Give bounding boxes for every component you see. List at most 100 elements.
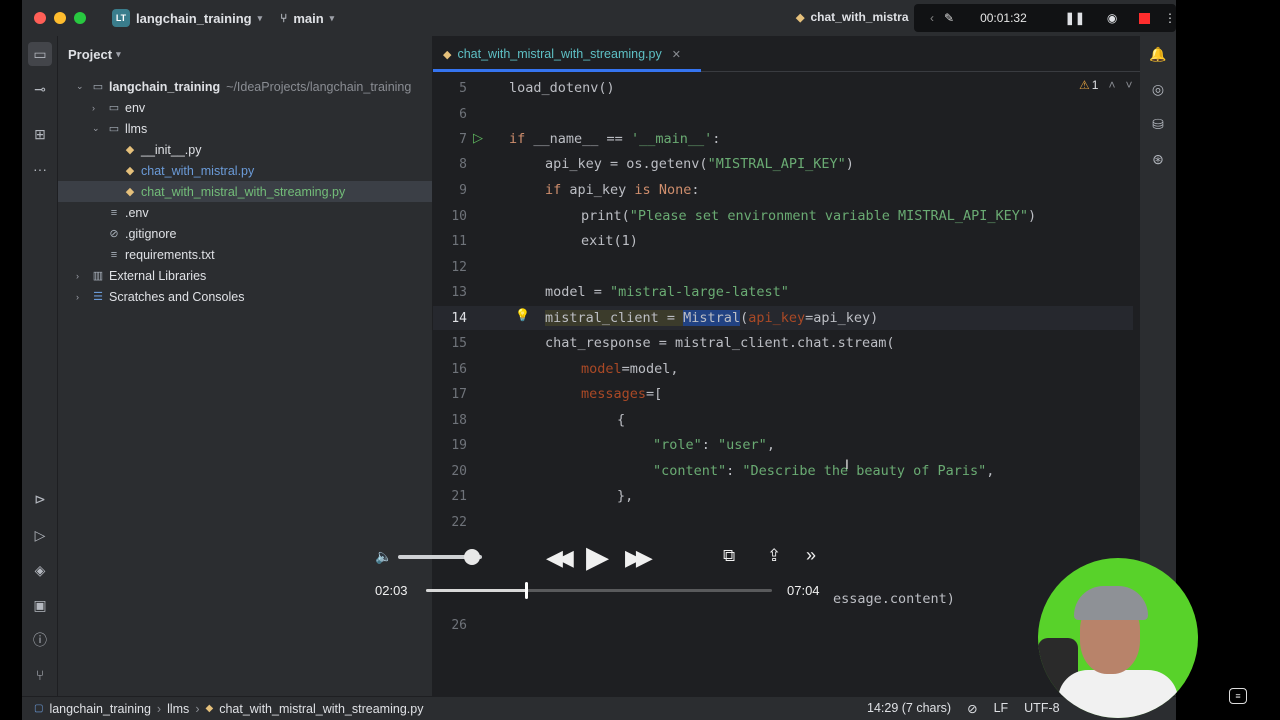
fast-forward-icon[interactable]: ▶▶ (625, 545, 653, 571)
pencil-icon[interactable]: ✎ (944, 11, 954, 25)
tree-item[interactable]: ⌄ ▭ langchain_training ~/IdeaProjects/langc… (58, 76, 432, 97)
tree-item[interactable]: ⌄ ▭ llms (58, 118, 432, 139)
python-file-icon: ◆ (125, 186, 135, 198)
editor-tab-active[interactable]: ◆ chat_with_mistral_with_streaming.py ✕ (433, 36, 691, 72)
progress-scrubber[interactable] (525, 582, 529, 599)
text-cursor-icon: I (845, 456, 849, 472)
code-line-5[interactable]: load_dotenv() (509, 80, 615, 96)
breadcrumb-folder[interactable]: llms (167, 702, 189, 716)
project-switcher[interactable]: LT langchain_training ▾ (112, 9, 262, 27)
captions-icon[interactable]: ≡ (1229, 688, 1247, 704)
code-line-14[interactable]: mistral_client = Mistral(api_key=api_key… (545, 310, 878, 326)
terminal-icon[interactable]: ▣ (30, 595, 50, 615)
pause-icon[interactable]: ❚❚ (1065, 11, 1085, 25)
code-line-9[interactable]: if api_key is None: (545, 182, 699, 198)
library-icon: ▥ (92, 270, 104, 282)
code-line-18[interactable]: { (617, 412, 625, 428)
notifications-icon[interactable]: 🔔 (1148, 44, 1168, 64)
commit-icon[interactable]: ⊸ (30, 79, 50, 99)
run-gutter-icon[interactable]: ▷ (473, 130, 483, 146)
line-number: 22 (451, 515, 467, 530)
line-ending[interactable]: LF (994, 701, 1009, 716)
structure-icon[interactable]: ⊞ (30, 124, 50, 144)
close-tab-icon[interactable]: ✕ (672, 48, 681, 61)
recording-timer: 00:01:32 (980, 11, 1027, 25)
git-icon[interactable]: ⑂ (30, 665, 50, 685)
zoom-window-button[interactable] (74, 12, 86, 24)
ai-assistant-icon[interactable]: ◎ (1148, 79, 1168, 99)
picture-in-picture-icon[interactable]: ⧉ (723, 546, 735, 566)
tree-item[interactable]: › ☰ Scratches and Consoles (58, 286, 432, 307)
chevron-right-icon[interactable]: › (92, 103, 106, 113)
tree-item[interactable]: › ▥ External Libraries (58, 265, 432, 286)
text-file-icon: ≡ (110, 248, 118, 261)
breadcrumb: ▢ langchain_training › llms › ◆ chat_wit… (34, 702, 423, 716)
services-icon[interactable]: ⊳ (30, 489, 50, 509)
code-line-17[interactable]: messages=[ (581, 386, 662, 402)
chevron-right-icon[interactable]: › (76, 292, 90, 302)
python-console-icon[interactable]: ⊛ (1148, 149, 1168, 169)
code-line-11[interactable]: exit(1) (581, 233, 638, 249)
chevron-up-icon[interactable]: ˄ (1108, 78, 1115, 92)
problems-icon[interactable]: ⓘ (30, 630, 50, 650)
caret-position[interactable]: 14:29 (7 chars) (867, 701, 951, 716)
line-number: 16 (451, 362, 467, 377)
skip-forward-icon[interactable]: » (806, 545, 816, 566)
line-number: 7 (459, 132, 467, 147)
python-file-icon: ◆ (796, 11, 805, 24)
tree-item[interactable]: ≡ requirements.txt (58, 244, 432, 265)
code-line-25-partial[interactable]: essage.content) (833, 591, 955, 607)
tree-item[interactable]: ◆ chat_with_mistral.py (58, 160, 432, 181)
inspection-widget[interactable]: ⚠ 1 ˄ ˅ (1079, 78, 1132, 92)
code-line-7[interactable]: if __name__ == '__main__': (509, 131, 720, 147)
project-tool-icon[interactable]: ▭ (28, 42, 52, 66)
folder-icon: ▭ (92, 81, 104, 93)
project-panel-header[interactable]: Project ▾ (58, 36, 432, 72)
stop-icon[interactable] (1139, 12, 1150, 24)
restart-icon[interactable]: ◉ (1107, 11, 1117, 25)
volume-slider-knob[interactable] (463, 549, 480, 565)
run-config-name: chat_with_mistra (810, 10, 909, 24)
run-configuration-selector[interactable]: ◆ chat_with_mistra (796, 10, 909, 24)
module-icon: ▢ (34, 703, 44, 714)
close-window-button[interactable] (34, 12, 46, 24)
collapse-icon[interactable]: ‹ (930, 11, 934, 25)
code-line-21[interactable]: }, (617, 488, 633, 504)
tree-item[interactable]: ◆ chat_with_mistral_with_streaming.py (58, 181, 432, 202)
tree-item[interactable]: › ▭ env (58, 97, 432, 118)
minimize-window-button[interactable] (54, 12, 66, 24)
line-number: 17 (451, 387, 467, 402)
code-line-20[interactable]: "content": "Describe the beauty of Paris… (653, 463, 994, 479)
tree-item-label: chat_with_mistral_with_streaming.py (141, 184, 346, 199)
readonly-toggle-icon[interactable]: ⊘ (967, 701, 977, 716)
tree-item-label: Scratches and Consoles (109, 289, 245, 304)
breadcrumb-file[interactable]: chat_with_mistral_with_streaming.py (219, 702, 423, 716)
layers-icon[interactable]: ◈ (30, 560, 50, 580)
run-icon[interactable]: ▷ (30, 525, 50, 545)
chevron-down-icon[interactable]: ⌄ (92, 123, 106, 134)
code-line-16[interactable]: model=model, (581, 361, 679, 377)
code-line-10[interactable]: print("Please set environment variable M… (581, 208, 1036, 224)
tree-item[interactable]: ≡ .env (58, 202, 432, 223)
share-icon[interactable]: ⇪ (767, 546, 781, 566)
chevron-right-icon: › (156, 701, 162, 716)
more-icon[interactable]: ⋮ (1164, 11, 1176, 25)
code-line-8[interactable]: api_key = os.getenv("MISTRAL_API_KEY") (545, 156, 854, 172)
volume-icon[interactable]: 🔈 (375, 548, 392, 565)
vcs-branch-switcher[interactable]: ⑂ main ▾ (280, 11, 334, 26)
more-tools-icon[interactable]: ··· (30, 159, 50, 179)
chevron-down-icon[interactable]: ⌄ (76, 81, 90, 92)
rewind-icon[interactable]: ◀◀ (546, 545, 574, 571)
chevron-right-icon[interactable]: › (76, 271, 90, 281)
lightbulb-icon[interactable]: 💡 (515, 308, 530, 322)
database-icon[interactable]: ⛁ (1148, 114, 1168, 134)
play-icon[interactable]: ▶ (586, 540, 609, 575)
code-line-19[interactable]: "role": "user", (653, 437, 775, 453)
editor-tab-bar: ◆ chat_with_mistral_with_streaming.py ✕ … (433, 36, 1176, 72)
tree-item[interactable]: ◆ __init__.py (58, 139, 432, 160)
code-line-15[interactable]: chat_response = mistral_client.chat.stre… (545, 335, 895, 351)
tree-item[interactable]: ⊘ .gitignore (58, 223, 432, 244)
breadcrumb-project[interactable]: langchain_training (49, 702, 150, 716)
code-line-13[interactable]: model = "mistral-large-latest" (545, 284, 789, 300)
chevron-down-icon[interactable]: ˅ (1125, 78, 1132, 92)
